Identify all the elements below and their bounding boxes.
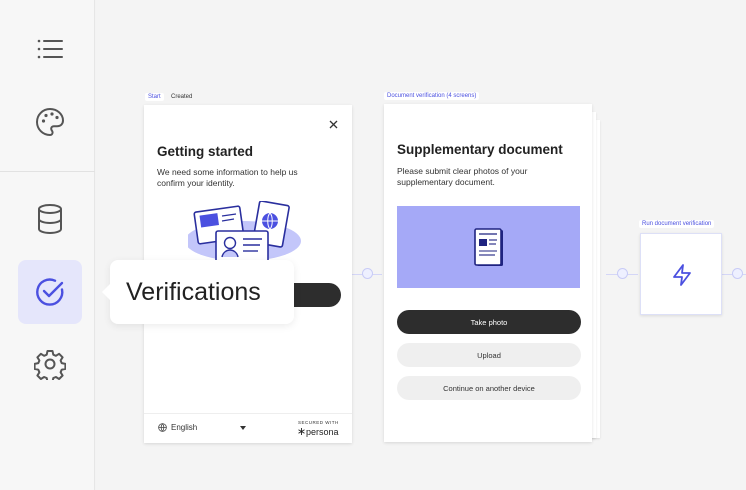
sidebar-item-settings[interactable] [18,332,82,396]
document-icon [474,228,503,266]
document-illustration [397,206,580,288]
persona-logo: persona [306,427,339,437]
check-circle-icon [36,278,64,306]
document-verification-tag: Document verification (4 screens) [384,92,480,100]
sidebar-item-data[interactable] [18,187,82,251]
flow-canvas[interactable]: Start Created Document verification (4 s… [96,0,746,490]
sidebar-divider [0,171,95,172]
get-started-button[interactable] [292,283,341,307]
persona-asterisk-icon [298,428,305,435]
secured-with-label: SECURED WITH [298,420,339,425]
sidebar-item-list[interactable] [18,17,82,81]
close-icon[interactable] [329,120,338,129]
card-footer-divider [144,413,352,414]
continue-another-device-button[interactable]: Continue on another device [397,376,581,400]
globe-icon [158,423,167,432]
language-selector[interactable]: English [171,423,197,432]
run-verification-tag: Run document verification [639,220,715,228]
verifications-tooltip: Verifications [102,260,294,324]
run-document-verification-node[interactable] [640,233,722,315]
supplementary-body: Please submit clear photos of your suppl… [397,166,528,187]
connector-node[interactable] [732,268,743,279]
verifications-tooltip-label: Verifications [126,277,261,306]
list-icon [37,39,63,59]
id-documents-illustration [188,201,301,266]
lightning-icon [673,264,691,286]
sidebar-item-verifications[interactable] [18,260,82,324]
palette-icon [35,107,65,137]
created-tag: Created [171,94,193,100]
sidebar [0,0,95,490]
gear-icon [34,350,66,380]
supplementary-title: Supplementary document [397,142,563,157]
start-tag: Start [145,93,164,101]
connector-node[interactable] [617,268,628,279]
sidebar-item-theme[interactable] [18,90,82,154]
getting-started-body: We need some information to help us conf… [157,167,298,188]
caret-down-icon[interactable] [240,426,246,430]
connector-node[interactable] [362,268,373,279]
getting-started-title: Getting started [157,144,254,159]
database-icon [38,204,62,235]
take-photo-button[interactable]: Take photo [397,310,581,334]
supplementary-document-card[interactable]: Supplementary document Please submit cle… [384,104,592,442]
upload-button[interactable]: Upload [397,343,581,367]
